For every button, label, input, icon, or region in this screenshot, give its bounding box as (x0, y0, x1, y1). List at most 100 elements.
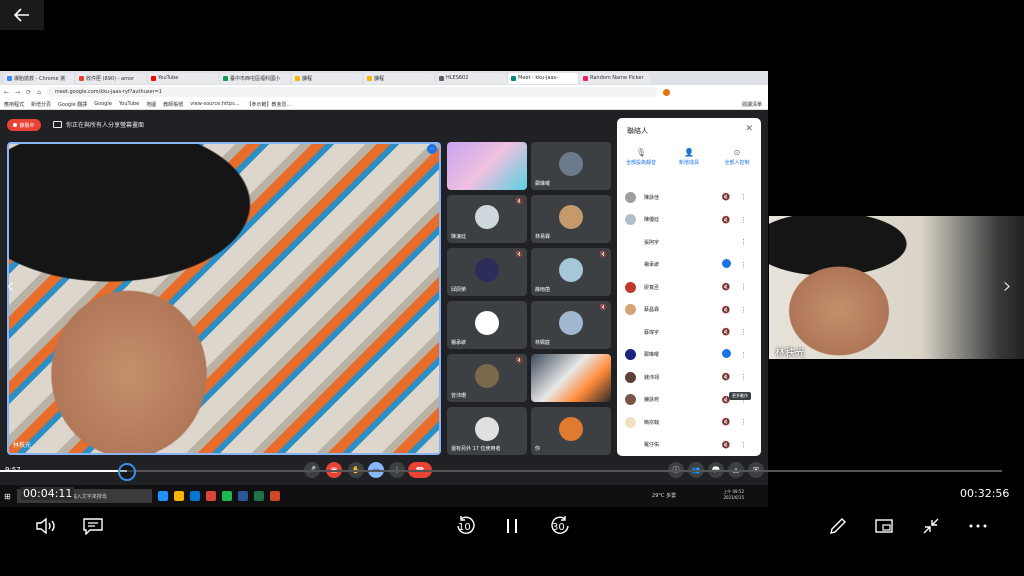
people-list-item[interactable]: 錢沛翎 🔇 ⋮ (617, 366, 761, 388)
close-icon[interactable]: ✕ (745, 124, 753, 134)
bookmark-item[interactable]: 【參示範】教會習... (247, 101, 292, 108)
more-vert-icon[interactable]: ⋮ (740, 306, 747, 314)
host-controls-button[interactable]: ⊙ 全部人控制 (714, 148, 760, 166)
bookmark-item[interactable]: Google 翻譯 (58, 101, 87, 108)
profile-avatar[interactable] (662, 88, 670, 96)
mute-all-button[interactable]: 🎙 全部設為靜音 (618, 148, 664, 166)
bookmark-item[interactable]: 地圖 (146, 101, 156, 108)
people-list-item[interactable]: 陳詠佳 🔇 ⋮ (617, 186, 761, 208)
seek-handle[interactable] (118, 463, 136, 481)
bookmark-item[interactable]: 新增分頁 (31, 101, 51, 108)
more-vert-icon[interactable]: ⋮ (740, 328, 747, 336)
url-field[interactable]: meet.google.com/kku-jaas-ryf?authuser=1 (46, 87, 657, 97)
people-list-item[interactable]: 楊承諺 ⋮ (617, 254, 761, 276)
more-vert-icon[interactable]: ⋮ (740, 261, 747, 269)
browser-tab[interactable]: Random Name Picker (580, 72, 650, 84)
pin-icon[interactable]: ⋯ (427, 144, 437, 154)
word-icon[interactable] (237, 491, 248, 501)
mic-off-icon[interactable]: 🔇 (720, 373, 732, 381)
windows-start-icon[interactable]: ⊞ (4, 492, 11, 501)
exit-fullscreen-button[interactable] (917, 512, 945, 540)
bookmark-item[interactable]: 教師帳號 (163, 101, 183, 108)
participant-tile[interactable]: 🔇 陳濠廷 (447, 195, 527, 243)
mic-off-icon[interactable]: 🔇 (720, 328, 732, 336)
browser-tab[interactable]: 收件匣 (890) - amor (76, 72, 146, 84)
mic-off-icon[interactable]: 🔇 (720, 193, 732, 201)
next-chevron-icon[interactable]: › (1003, 274, 1012, 299)
picture-in-picture-icon (875, 519, 893, 533)
more-vert-icon[interactable]: ⋮ (740, 351, 747, 359)
browser-tab[interactable]: HLES602 (436, 72, 506, 84)
browser-tab[interactable]: YouTube (148, 72, 218, 84)
more-vert-icon[interactable]: ⋮ (740, 238, 747, 246)
participant-tile[interactable]: 鄭琳曜 (531, 142, 611, 190)
participant-tile[interactable]: 🔇 曾沛珊 (447, 354, 527, 402)
mic-off-icon[interactable]: 🔇 (720, 216, 732, 224)
more-vert-icon[interactable]: ⋮ (740, 373, 747, 381)
more-button[interactable] (964, 512, 992, 540)
browser-tab[interactable]: 臺中市西屯區福科國小 (220, 72, 290, 84)
nav-forward-icon[interactable]: → (15, 89, 20, 96)
people-list-item[interactable]: 鄭琳曜 ⋮ (617, 344, 761, 366)
file-explorer-icon[interactable] (173, 491, 184, 501)
next-video-thumbnail[interactable] (769, 216, 1024, 359)
participant-tile[interactable] (531, 354, 611, 402)
participant-name: 林易霖 (535, 234, 551, 240)
powerpoint-icon[interactable] (269, 491, 280, 501)
bookmark-item[interactable]: YouTube (119, 101, 139, 107)
more-vert-icon[interactable]: ⋮ (740, 193, 747, 201)
people-list-item[interactable]: 陳優廷 🔇 ⋮ (617, 209, 761, 231)
edge-icon[interactable] (157, 491, 168, 501)
mic-off-icon[interactable]: 🔇 (720, 283, 732, 291)
excel-icon[interactable] (253, 491, 264, 501)
bookmark-item[interactable]: Google (94, 101, 112, 107)
volume-button[interactable] (32, 512, 60, 540)
edit-button[interactable] (824, 512, 852, 540)
more-vert-icon[interactable]: ⋮ (740, 283, 747, 291)
browser-tab[interactable]: 課程 (364, 72, 434, 84)
participant-tile[interactable]: 林易霖 (531, 195, 611, 243)
people-list-item[interactable]: 蔡昌霖 🔇 ⋮ (617, 299, 761, 321)
people-list-item[interactable]: 蔡瑋宇 🔇 ⋮ (617, 321, 761, 343)
people-list-item[interactable]: 張阿宇 ⋮ (617, 231, 761, 253)
people-list-item[interactable]: 廖寬丞 🔇 ⋮ (617, 276, 761, 298)
more-vert-icon[interactable]: ⋮ (740, 418, 747, 426)
main-video-tile[interactable]: 林秩光 (7, 142, 441, 455)
participant-name: 陳濠廷 (451, 234, 467, 240)
participant-tile[interactable]: 還有另外 17 位使用者 (447, 407, 527, 455)
participant-tile[interactable] (447, 142, 527, 190)
back-button[interactable] (0, 0, 44, 30)
people-list-item[interactable]: 羅仔佑 🔇 ⋮ (617, 434, 761, 456)
nav-back-icon[interactable]: ← (4, 89, 9, 96)
browser-tab[interactable]: Meet - kku-jaas- (508, 72, 578, 84)
mic-off-icon[interactable]: 🔇 (720, 441, 732, 449)
line-icon[interactable] (221, 491, 232, 501)
bookmark-item[interactable]: view-source:https... (190, 101, 239, 107)
more-vert-icon[interactable]: ⋮ (740, 216, 747, 224)
previous-chevron-icon[interactable]: ‹ (6, 274, 15, 299)
add-people-button[interactable]: 👤 新增成員 (666, 148, 712, 166)
captions-button[interactable] (79, 512, 107, 540)
reload-icon[interactable]: ⟳ (26, 89, 31, 96)
browser-tab[interactable]: 爆胎搶救 - Chrome 瀏 (4, 72, 74, 84)
participant-tile[interactable]: 🔇 邱辰榮 (447, 248, 527, 296)
participant-tile[interactable]: 🔇 林姵庭 (531, 301, 611, 349)
ie-icon[interactable] (189, 491, 200, 501)
more-vert-icon[interactable]: ⋮ (740, 441, 747, 449)
browser-tab[interactable]: 課程 (292, 72, 362, 84)
mic-off-icon[interactable]: 🔇 (720, 418, 732, 426)
mini-view-button[interactable] (870, 512, 898, 540)
reading-list[interactable]: 閱讀清單 (742, 101, 762, 108)
participant-tile[interactable]: 🔇 薛雨菡 (531, 248, 611, 296)
participant-name: 曾沛珊 (451, 393, 467, 399)
participant-tile[interactable]: 楊承諺 (447, 301, 527, 349)
people-list-item[interactable]: 簡宗翰 🔇 ⋮ (617, 411, 761, 433)
pause-button[interactable] (498, 512, 526, 540)
seek-bar[interactable] (0, 470, 1002, 472)
bookmark-item[interactable]: 應用程式 (4, 101, 24, 108)
home-icon[interactable]: ⌂ (37, 89, 41, 96)
more-actions-tooltip: 更多動作 (729, 392, 751, 400)
chrome-icon[interactable] (205, 491, 216, 501)
participant-tile[interactable]: 你 (531, 407, 611, 455)
mic-off-icon[interactable]: 🔇 (720, 306, 732, 314)
